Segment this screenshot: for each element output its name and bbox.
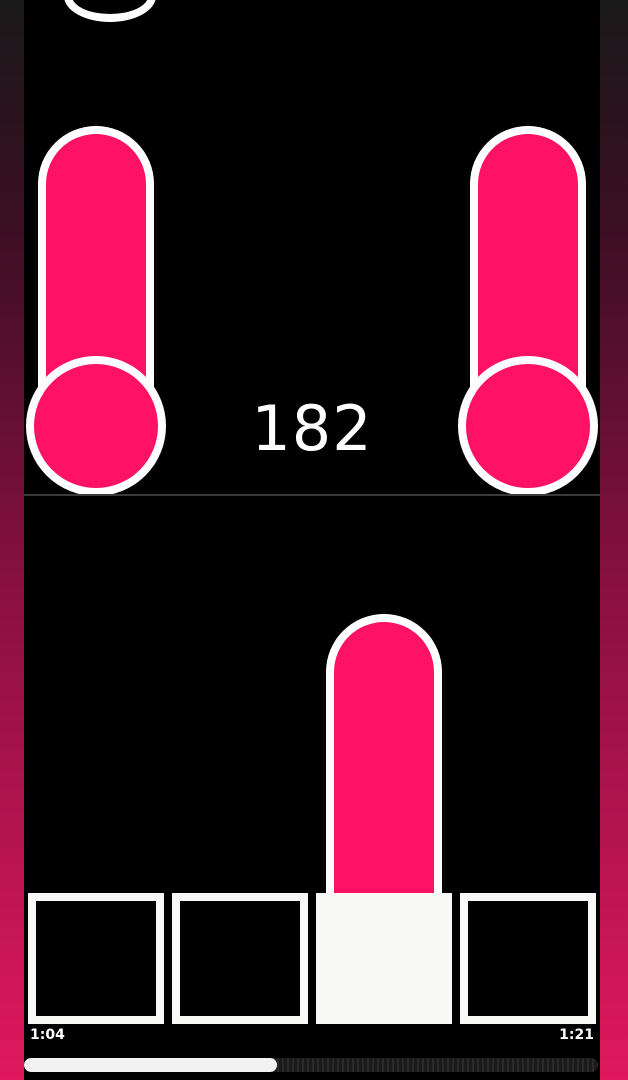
right-meter-bulb (458, 356, 598, 496)
top-ring-decoration (64, 0, 156, 22)
left-meter-bulb (26, 356, 166, 496)
lane-row (28, 893, 598, 1024)
lane-button-4[interactable] (460, 893, 596, 1024)
elapsed-time: 1:04 (30, 1027, 65, 1043)
game-stage[interactable]: 182 1:04 1:21 (24, 0, 600, 1080)
lane-button-2[interactable] (172, 893, 308, 1024)
total-time: 1:21 (559, 1027, 594, 1043)
progress-bar[interactable] (24, 1058, 598, 1072)
field-divider (24, 494, 600, 496)
falling-note (326, 614, 442, 912)
lane-button-3[interactable] (316, 893, 452, 1024)
lane-button-1[interactable] (28, 893, 164, 1024)
progress-fill (24, 1058, 277, 1072)
score-counter: 182 (251, 392, 373, 465)
